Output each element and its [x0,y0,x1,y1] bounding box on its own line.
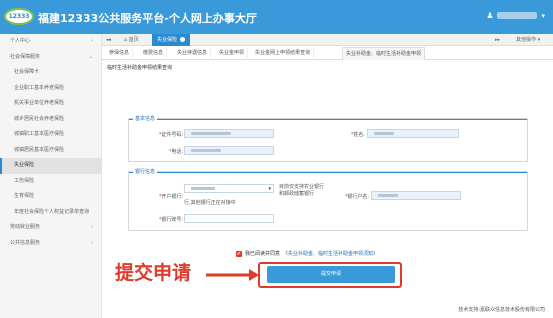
tab-benefit-info[interactable]: 失业待遇信息 [174,47,212,60]
sidebar-item-public-info[interactable]: 公共信息服务 › [0,236,101,252]
sidebar-item-label: 城镇职工基本医疗保险 [14,131,65,137]
close-tab-icon[interactable] [180,37,186,42]
sidebar-item-label: 个人中心 [10,38,31,44]
bank-info-section: 银行信息 *开户银行: ▾ 行,其他银行正在对接中 目前仅支持农业银行和邮政储蓄… [128,168,528,231]
submit-button[interactable]: 提交申请 [267,266,395,283]
account-number-label-text: 银行账号: [161,217,183,223]
sidebar-item-maternity[interactable]: 生育保险 [0,189,101,205]
sidebar-item-unemployment[interactable]: 失业保险 [0,158,101,174]
account-name-label-text: 银行户名: [347,194,369,200]
chevron-down-icon: ▾ [541,11,545,20]
sidebar-item-resident-medical[interactable]: 城镇居民基本医疗保险 [0,143,101,159]
tab-insured-info[interactable]: 参保信息 [106,47,134,60]
section-divider [129,119,527,120]
name-field[interactable] [367,129,459,138]
sidebar-item-annual-record[interactable]: 年度社会保险个人权益记录单查询 [0,205,101,221]
sidebar-item-institution-pension[interactable]: 机关事业单位养老保险 [0,96,101,112]
footer-text: 技术支持:嘉联众信息技术股份有限公司 [458,307,545,313]
sidebar-item-social-security[interactable]: 社会保障服务 ⌄ [0,50,101,66]
site-logo: 12333 [4,8,34,25]
redacted-value [191,149,221,152]
sidebar-item-label: 城乡居民社会养老保险 [14,115,65,122]
other-operations-button[interactable]: 其他操作 ▾ [516,34,540,46]
other-bank-note: 行,其他银行正在对接中 [184,200,236,206]
account-name-field[interactable] [371,191,461,200]
sidebar-item-label: 工伤保险 [14,177,35,184]
user-name-redacted [497,12,538,19]
sidebar-item-resident-pension[interactable]: 城乡居民社会养老保险 [0,112,101,128]
bank-info-legend: 银行信息 [133,168,158,175]
phone-field[interactable] [184,146,274,155]
tab-scroll-left-button[interactable]: ◂◂ [106,34,111,46]
user-icon: ♟ [486,11,494,20]
redacted-value [191,187,215,190]
tab-home-label: 首页 [128,37,139,43]
redacted-value [378,194,398,197]
sidebar-item-label: 社会保障卡 [14,69,40,75]
sidebar-item-label: 企业职工基本养老保险 [14,84,65,91]
id-number-field[interactable] [184,129,274,138]
sidebar-item-employment[interactable]: 劳动就业服务 › [0,220,101,236]
page-tab-bar: ◂◂ ⌂ 首页 失业保险 ▸▸ 其他操作 ▾ [102,34,553,46]
sidebar-item-personal-center[interactable]: 个人中心 › [0,34,101,50]
sidebar-item-label: 年度社会保险个人权益记录单查询 [14,208,90,215]
bank-label-text: 开户银行: [161,194,183,200]
sidebar-item-label: 生育保险 [14,193,35,199]
account-number-label: *银行账号: [135,216,183,223]
function-tabs: 参保信息 缴费信息 失业待遇信息 失业金申领 失业金网上申领结果查询 失业补助金… [102,47,553,60]
tab-payment-info[interactable]: 缴费信息 [140,47,168,60]
agreement-row: ✔ 我已阅读并同意 《失业补助金、临时生活补助金申领须知》 [236,250,378,257]
id-number-label: *证件号码: [135,131,183,138]
bank-label: *开户银行: [135,193,183,200]
bank-select[interactable]: ▾ [184,184,274,193]
header-bar: 12333 福建12333公共服务平台-个人网上办事大厅 ♟ ▾ [0,0,553,34]
sidebar-item-label: 失业保险 [14,162,35,168]
sidebar-item-label: 劳动就业服务 [10,224,41,230]
tab-label: 失业保险 [157,37,178,43]
agreement-link[interactable]: 《失业补助金、临时生活补助金申领须知》 [283,250,378,257]
sidebar-item-enterprise-pension[interactable]: 企业职工基本养老保险 [0,81,101,97]
name-label-text: 姓名: [353,132,365,138]
id-number-label-text: 证件号码: [161,132,183,138]
site-title: 福建12333公共服务平台-个人网上办事大厅 [38,12,257,25]
agreement-checkbox[interactable]: ✔ [236,250,242,257]
phone-label-text: 电话: [171,149,183,155]
redacted-value [374,132,394,135]
bank-support-note: 目前仅支持农业银行和邮政储蓄银行 [279,184,325,197]
home-icon: ⌂ [124,37,128,43]
account-number-field[interactable] [184,214,274,223]
tab-subsidy-apply[interactable]: 失业补助金、临时生活补助金申领 [342,47,426,60]
chevron-down-icon: ▾ [268,186,271,192]
section-divider [129,172,527,173]
tab-home[interactable]: ⌂ 首页 [124,34,139,46]
account-name-label: *银行户名: [325,193,369,200]
name-label: *姓名: [329,131,365,138]
sidebar-item-work-injury[interactable]: 工伤保险 [0,174,101,190]
tab-apply-result[interactable]: 失业金网上申领结果查询 [252,47,315,60]
basic-info-legend: 基本信息 [133,115,158,122]
phone-label: *电话: [135,148,183,155]
chevron-down-icon: ⌄ [88,53,93,60]
sidebar-item-label: 公共信息服务 [10,239,41,246]
chevron-right-icon: › [91,239,93,246]
chevron-right-icon: › [91,224,93,230]
redacted-value [191,132,231,135]
tab-unemployment[interactable]: 失业保险 [152,34,191,46]
chevron-right-icon: › [91,38,93,44]
tab-benefit-apply[interactable]: 失业金申领 [216,47,249,60]
sidebar: 个人中心 › 社会保障服务 ⌄ 社会保障卡 企业职工基本养老保险 机关事业单位养老保… [0,34,102,318]
sidebar-item-label: 城镇居民基本医疗保险 [14,146,65,153]
sidebar-item-employee-medical[interactable]: 城镇职工基本医疗保险 [0,127,101,143]
sidebar-item-label: 机关事业单位养老保险 [14,100,65,106]
basic-info-section: 基本信息 *证件号码: *姓名: *电话: [128,115,528,162]
user-menu[interactable]: ♟ ▾ [486,11,545,20]
sidebar-item-ss-card[interactable]: 社会保障卡 [0,65,101,81]
sidebar-item-label: 社会保障服务 [10,53,41,60]
annotation-label: 提交申请 [115,262,192,284]
agreement-text: 我已阅读并同意 [245,251,281,257]
subtitle-tab[interactable]: 临时生活补助金申领结果查询 [107,64,172,71]
tab-scroll-right-button[interactable]: ▸▸ [495,34,500,46]
